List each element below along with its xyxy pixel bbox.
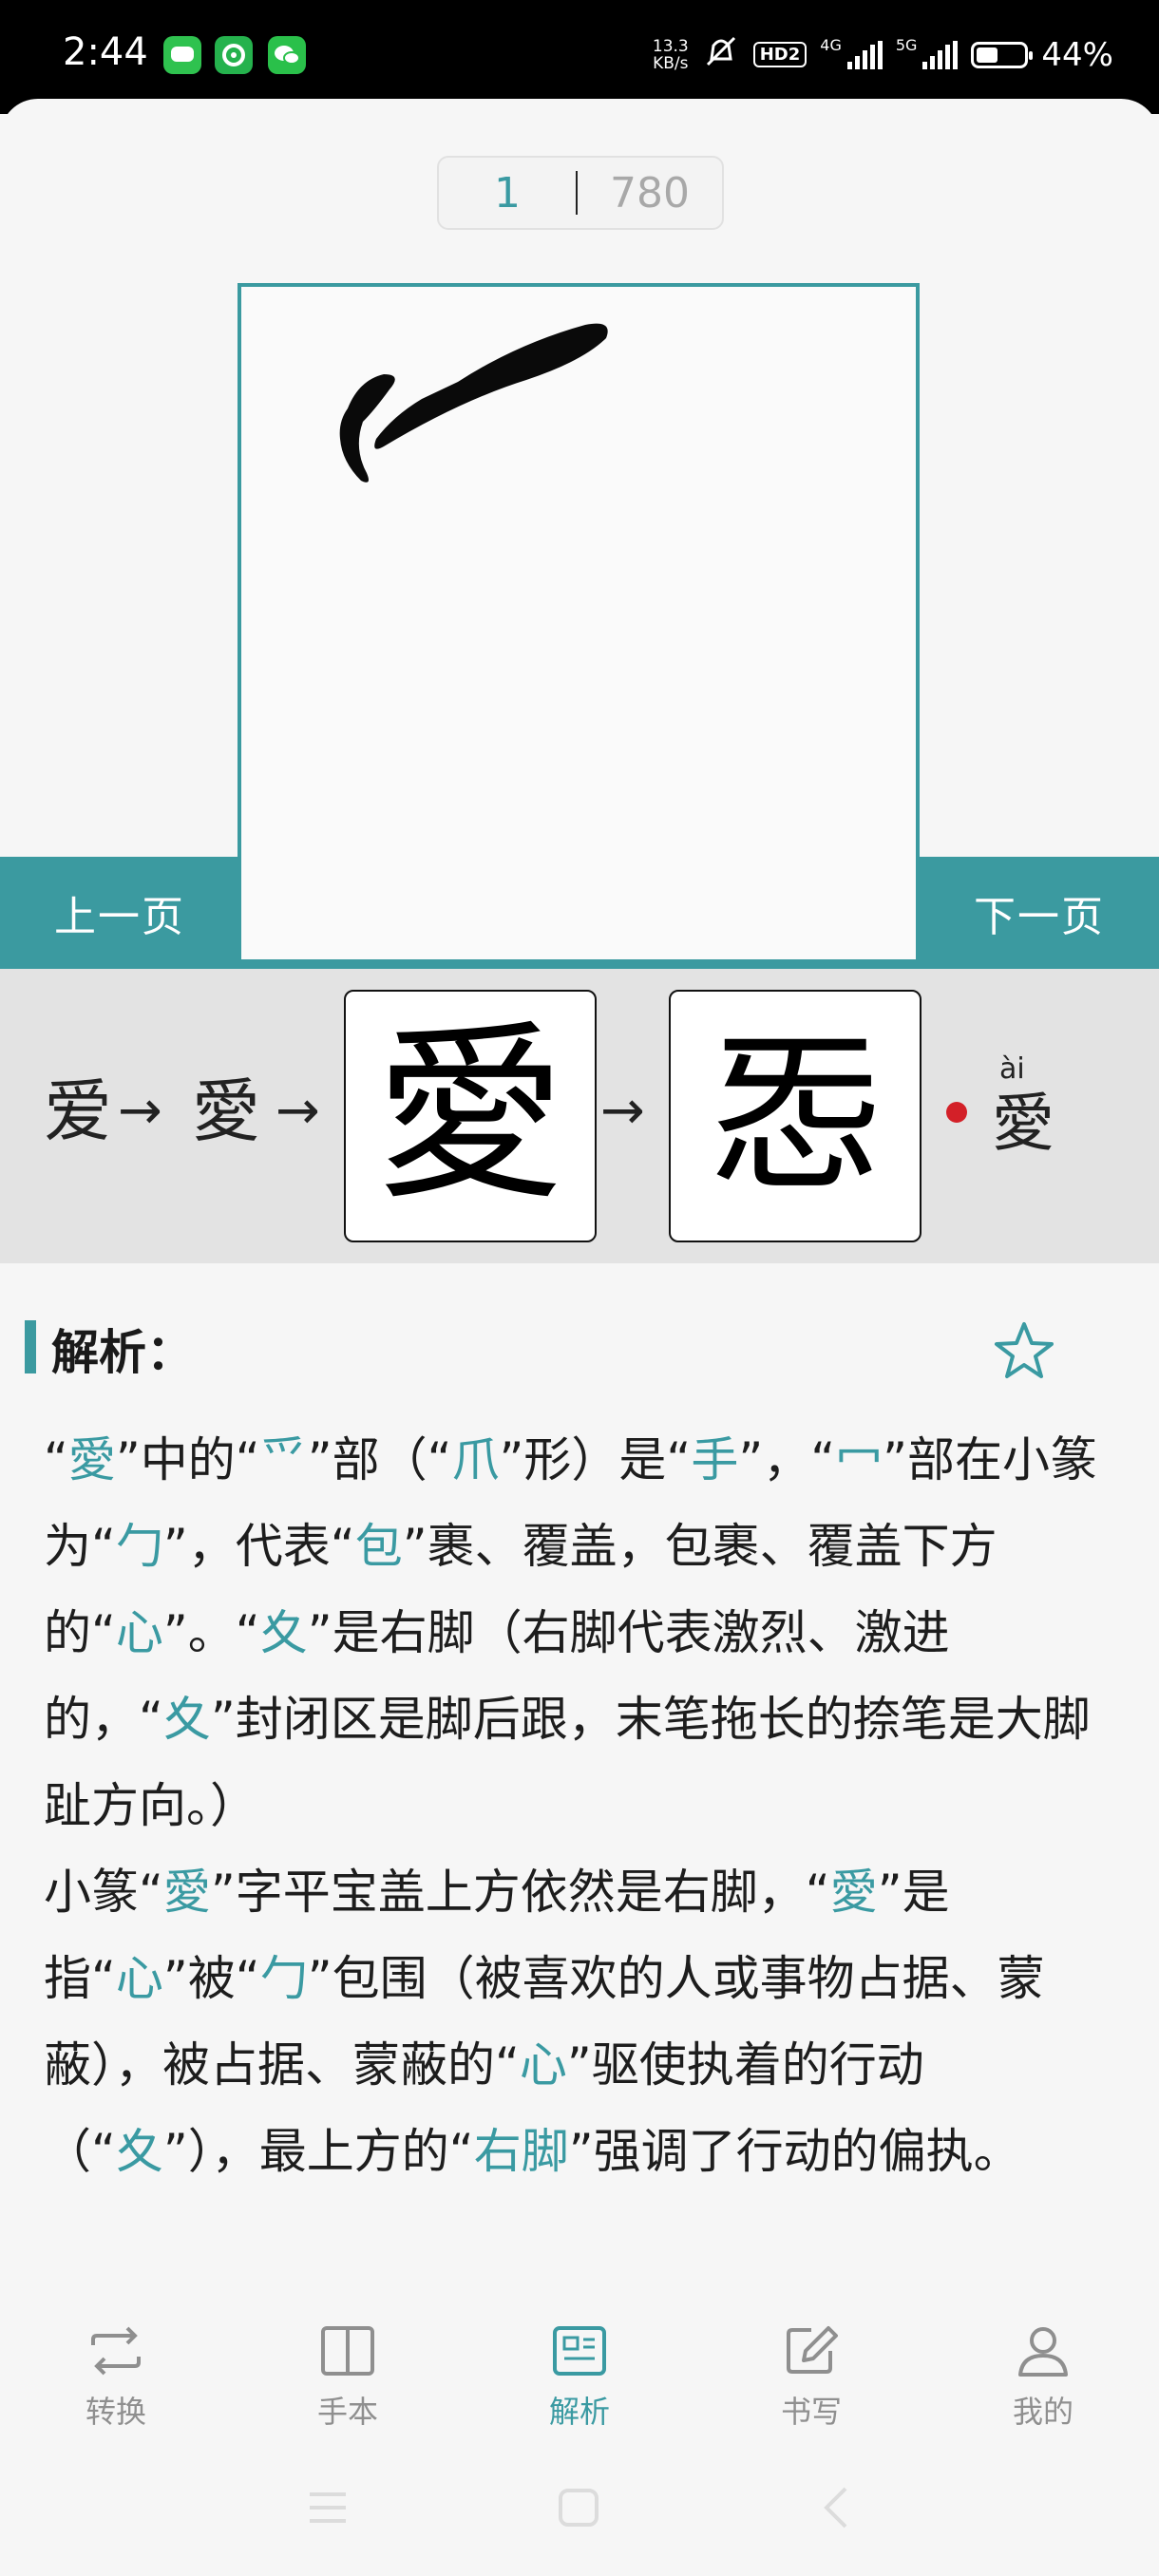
green-swirl-app-icon	[215, 36, 253, 74]
analysis-text-segment: ”中的“	[115, 1432, 260, 1487]
current-page: 1	[494, 168, 521, 218]
star-icon	[995, 1322, 1054, 1378]
analysis-text-segment: ”强调了行动的偏执。	[568, 2124, 1021, 2179]
status-right-icons: 13.3 KB/s HD2 4G 5G 44%	[653, 34, 1113, 75]
analysis-title: 解析：	[51, 1325, 194, 1380]
highlighted-term: 夊	[259, 1605, 308, 1660]
tab-label: 解析	[548, 2394, 610, 2430]
network-5g-label: 5G	[895, 36, 918, 54]
highlighted-term: 愛	[162, 1865, 211, 1920]
back-icon[interactable]	[824, 2487, 847, 2529]
highlighted-term: 爫	[259, 1432, 308, 1487]
wechat-icon	[268, 36, 306, 74]
pinyin-label: ài	[999, 1052, 1025, 1086]
highlighted-term: 愛	[67, 1432, 116, 1487]
highlighted-term: 心	[519, 2037, 567, 2093]
red-dot-marker	[946, 1102, 967, 1123]
analysis-text-segment: “	[44, 1432, 68, 1487]
favorite-star-button[interactable]	[988, 1315, 1060, 1387]
hd-badge: HD2	[752, 42, 808, 67]
page-indicator[interactable]: 1 780	[437, 156, 724, 230]
network-4g-label: 4G	[820, 36, 842, 54]
highlighted-term: 心	[115, 1605, 163, 1660]
bottom-tab-bar: 转换 手本 解析 书写 我的	[0, 2302, 1159, 2445]
highlighted-term: 手	[691, 1432, 739, 1487]
analysis-text: “愛”中的“爫”部（“爪”形）是“手”，“冖”部在小篆为“勹”，代表“包”裹、覆…	[44, 1417, 1127, 2195]
signal-4g-icon	[846, 40, 883, 69]
analysis-text-segment: 小篆“	[44, 1865, 163, 1920]
next-page-button[interactable]: 下一页	[920, 857, 1159, 969]
green-chat-app-icon	[163, 36, 201, 74]
highlighted-term: 包	[354, 1519, 403, 1574]
highlighted-term: 右脚	[473, 2124, 569, 2179]
seal-script-glyph: 㤅	[709, 1016, 881, 1215]
highlighted-term: 夊	[115, 2124, 163, 2179]
highlighted-term: 愛	[829, 1865, 878, 1920]
pinyin-character: 愛	[992, 1087, 1054, 1160]
tab-write[interactable]: 书写	[695, 2302, 927, 2445]
analysis-doc-icon	[546, 2318, 613, 2384]
analysis-text-segment: ”形）是“	[499, 1432, 692, 1487]
convert-arrows-icon	[83, 2318, 149, 2384]
evolution-simplified-char: 爱	[44, 1071, 113, 1151]
highlighted-term: 勹	[259, 1951, 308, 2006]
status-bar: 2:44 13.3 KB/s HD2 4G 5G 44%	[0, 0, 1159, 114]
tab-label: 手本	[316, 2394, 378, 2430]
signal-5g-icon	[922, 40, 959, 69]
analysis-text-segment: ”被“	[162, 1951, 260, 2006]
highlighted-term: 冖	[835, 1432, 884, 1487]
analysis-text-segment: ”部（“	[307, 1432, 452, 1487]
highlighted-term: 勹	[115, 1519, 163, 1574]
analysis-text-segment: ”，代表“	[162, 1519, 355, 1574]
battery-percent: 44%	[1041, 35, 1113, 74]
seal-script-glyph-box[interactable]: 㤅	[669, 990, 922, 1242]
edit-pen-icon	[778, 2318, 845, 2384]
prev-page-button[interactable]: 上一页	[0, 857, 239, 969]
user-icon	[1010, 2318, 1076, 2384]
regular-script-glyph-box[interactable]: 愛	[344, 990, 597, 1242]
brush-stroke	[339, 323, 608, 483]
mute-bell-icon	[702, 34, 740, 75]
status-time: 2:44	[63, 30, 148, 74]
analysis-text-segment: ”。“	[162, 1605, 260, 1660]
arrow-icon: →	[600, 1080, 645, 1142]
arrow-icon: →	[276, 1080, 320, 1142]
analysis-text-segment: ”，“	[738, 1432, 836, 1487]
section-accent-bar	[25, 1320, 36, 1373]
system-navigation-bar	[0, 2470, 1159, 2546]
total-pages: 780	[610, 168, 690, 218]
analysis-text-segment: ”字平宝盖上方依然是右脚，“	[210, 1865, 830, 1920]
character-evolution-strip: 爱 → 愛 → 愛 → 㤅 ài 愛	[0, 969, 1159, 1263]
evolution-traditional-char: 愛	[192, 1071, 261, 1151]
analysis-text-segment: ”），最上方的“	[162, 2124, 474, 2179]
highlighted-term: 爪	[451, 1432, 500, 1487]
battery-icon	[971, 41, 1034, 68]
tab-handbook[interactable]: 手本	[232, 2302, 464, 2445]
tab-label: 书写	[780, 2394, 842, 2430]
highlighted-term: 夊	[162, 1692, 211, 1747]
stroke-display-box[interactable]	[238, 283, 920, 963]
menu-icon[interactable]	[310, 2492, 346, 2523]
tab-profile[interactable]: 我的	[927, 2302, 1159, 2445]
highlighted-term: 心	[115, 1951, 163, 2006]
tab-convert[interactable]: 转换	[0, 2302, 232, 2445]
home-icon[interactable]	[559, 2489, 598, 2527]
arrow-icon: →	[118, 1080, 162, 1142]
tab-analysis[interactable]: 解析	[464, 2302, 695, 2445]
tab-label: 转换	[85, 2394, 146, 2430]
network-speed: 13.3 KB/s	[652, 36, 689, 73]
regular-script-glyph: 愛	[374, 1005, 565, 1226]
tab-label: 我的	[1012, 2394, 1074, 2430]
book-icon	[314, 2318, 381, 2384]
